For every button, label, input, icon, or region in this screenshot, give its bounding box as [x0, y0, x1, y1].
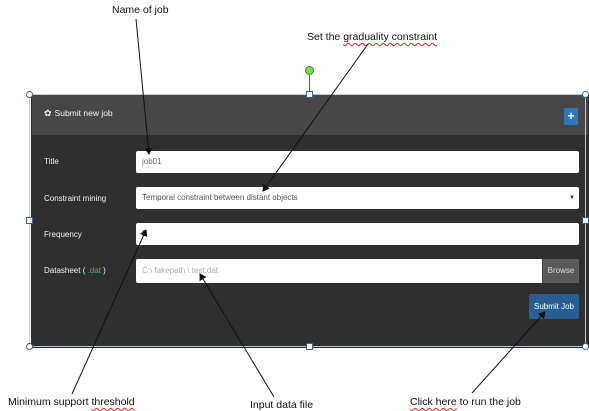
constraint-label: Constraint mining — [44, 194, 107, 203]
annotation-click-here-suffix: to run the job — [456, 396, 521, 408]
file-path-text: C:\ fakepath \ test.dat — [142, 266, 219, 275]
frequency-input[interactable]: 3 — [136, 223, 579, 245]
datasheet-file-input[interactable]: C:\ fakepath \ test.dat Browse — [136, 259, 579, 283]
resize-handle-top[interactable] — [306, 91, 313, 98]
resize-handle-bottom[interactable] — [306, 343, 313, 350]
title-label: Title — [44, 157, 59, 166]
annotation-graduality-word: graduality constraint — [343, 31, 438, 43]
resize-handle-top-right[interactable] — [582, 91, 589, 98]
browse-button[interactable]: Browse — [542, 259, 579, 283]
submit-job-panel: ✿ Submit new job + Title job01 Constrain… — [31, 94, 589, 348]
resize-handle-right[interactable] — [582, 217, 589, 224]
submit-job-button[interactable]: Submit Job — [529, 294, 579, 319]
annotation-name-of-job: Name of job — [112, 4, 169, 16]
constraint-select[interactable]: Temporal constraint between distant obje… — [136, 187, 579, 209]
panel-title-text: Submit new job — [54, 108, 113, 118]
annotation-click-here-word: Click here — [410, 396, 457, 408]
caret-down-icon: ▼ — [569, 195, 575, 201]
annotation-min-support-word: threshold — [91, 396, 135, 408]
gear-icon: ✿ — [44, 107, 52, 118]
datasheet-label: Datasheet ( .dat ) — [44, 266, 106, 275]
annotation-min-support: Minimum support threshold — [8, 396, 135, 408]
title-input[interactable]: job01 — [136, 151, 579, 173]
plus-icon: + — [567, 109, 575, 123]
panel-header: ✿ Submit new job + — [32, 95, 588, 135]
constraint-select-value: Temporal constraint between distant obje… — [142, 193, 298, 202]
annotation-click-here: Click here to run the job — [410, 396, 521, 408]
add-button[interactable]: + — [564, 108, 578, 125]
resize-handle-left[interactable] — [26, 217, 33, 224]
rotation-handle[interactable] — [305, 66, 314, 75]
annotation-graduality-prefix: Set the — [307, 31, 344, 43]
panel-title: ✿ Submit new job — [44, 108, 113, 118]
resize-handle-top-left[interactable] — [26, 91, 33, 98]
annotation-min-support-prefix: Minimum support — [8, 396, 92, 408]
resize-handle-bottom-left[interactable] — [26, 343, 33, 350]
frequency-label: Frequency — [44, 230, 82, 239]
annotation-graduality: Set the graduality constraint — [307, 31, 437, 43]
resize-handle-bottom-right[interactable] — [582, 343, 589, 350]
datasheet-ext: .dat — [87, 266, 101, 275]
datasheet-label-prefix: Datasheet ( — [44, 266, 88, 275]
datasheet-label-suffix: ) — [100, 266, 106, 275]
annotation-input-data: Input data file — [250, 399, 314, 411]
